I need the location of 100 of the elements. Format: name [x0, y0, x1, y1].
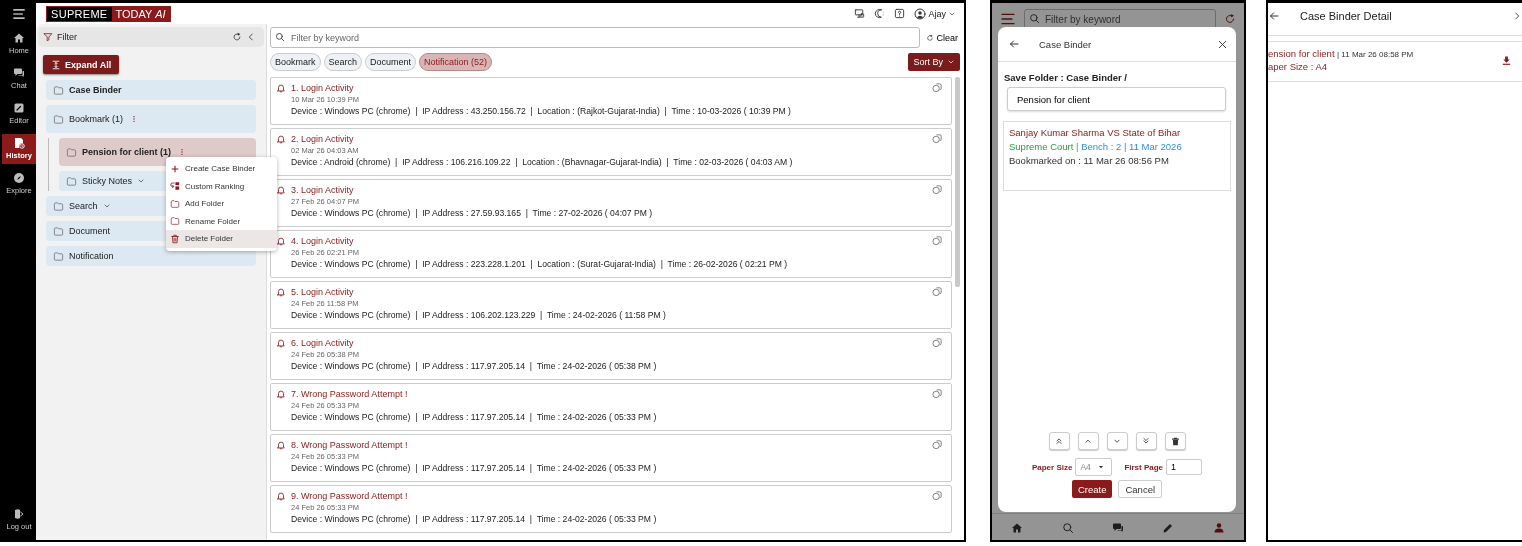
back-arrow-icon[interactable]	[1268, 10, 1280, 22]
notification-details: Device : Windows PC (chrome) | IP Address : 27.59.93.165 | Time : 27-02-2026 ( 04:07 PM )	[291, 207, 654, 220]
first-page-label: First Page	[1124, 462, 1164, 472]
folder-name-field[interactable]: Pension for client	[1007, 87, 1226, 111]
duplicate-icon[interactable]	[932, 184, 943, 195]
bookmark-card[interactable]: Sanjay Kumar Sharma VS State of Bihar Supreme Court | Bench : 2 | 11 Mar 2026 Bookmarked on : 11 Mar 26 08:56 PM	[1003, 121, 1231, 191]
folder-icon	[66, 175, 77, 187]
bell-icon	[276, 389, 286, 399]
duplicate-icon[interactable]	[932, 337, 943, 348]
sort-button[interactable]: Sort By	[908, 53, 960, 71]
double-chevron-up-icon	[1054, 436, 1064, 446]
monitor-icon[interactable]	[854, 8, 866, 19]
folder-icon	[170, 198, 180, 209]
compass-icon	[13, 172, 25, 184]
scrollbar[interactable]	[955, 77, 960, 287]
paper-size: aper Size : A4	[1268, 61, 1329, 72]
folder-icon	[53, 200, 64, 212]
notification-title: 5. Login Activity	[291, 286, 355, 298]
kebab-icon[interactable]	[178, 147, 186, 157]
menu-item[interactable]: Delete Folder	[166, 230, 277, 248]
notification-title: 1. Login Activity	[291, 82, 355, 94]
cancel-button[interactable]: Cancel	[1118, 480, 1163, 498]
menu-icon[interactable]	[12, 7, 26, 21]
filter-chip[interactable]: Bookmark	[270, 53, 321, 71]
chevron-down-icon[interactable]	[102, 202, 111, 210]
bell-icon	[276, 83, 286, 93]
expand-all-button[interactable]: Expand All	[43, 55, 120, 74]
notification-details: Device : Windows PC (chrome) | IP Address : 106.202.123.229 | Time : 24-02-2026 ( 11:58 PM )	[291, 309, 667, 322]
court-name: Supreme Court	[1009, 141, 1074, 152]
expand-icon	[51, 59, 61, 70]
notification-title: 2. Login Activity	[291, 133, 355, 145]
search-field[interactable]: Filter by keyword	[1024, 9, 1216, 29]
notification-details: Device : Windows PC (chrome) | IP Address : 117.97.205.14 | Time : 24-02-2026 ( 05:33 PM )	[291, 513, 658, 526]
notification-details: Device : Windows PC (chrome) | IP Address : 223.228.1.201 | Location : (Surat-Gujarat-India) | Time : 26-02-2026 ( 02:21 PM )	[291, 258, 789, 271]
bell-icon	[276, 134, 286, 144]
chat-icon[interactable]	[1111, 522, 1124, 534]
notification-details: Device : Windows PC (chrome) | IP Address : 117.97.205.14 | Time : 24-02-2026 ( 05:33 PM )	[291, 411, 658, 424]
plus-icon	[170, 163, 180, 174]
filter-icon	[43, 32, 53, 42]
duplicate-icon[interactable]	[932, 439, 943, 450]
chat-icon	[13, 67, 25, 79]
kebab-icon[interactable]	[130, 114, 138, 124]
binder-item[interactable]: ension for client | 11 Mar 26 08:58 PM aper Size : A4	[1268, 41, 1522, 82]
menu-icon[interactable]	[1000, 11, 1016, 27]
refresh-icon	[926, 33, 935, 42]
first-page-field[interactable]: 1	[1166, 459, 1203, 475]
paper-size-label: Paper Size	[1031, 462, 1073, 472]
ranking-icon	[170, 181, 180, 192]
double-chevron-down-icon	[1141, 436, 1151, 446]
user-menu[interactable]: Ajay	[914, 7, 956, 20]
download-icon[interactable]	[1501, 54, 1512, 66]
notification-title: 8. Wrong Password Attempt !	[291, 439, 409, 451]
notification-details: Device : Windows PC (chrome) | IP Address : 117.97.205.14 | Time : 24-02-2026 ( 05:38 PM )	[291, 360, 658, 373]
document-clock-icon	[13, 137, 25, 149]
close-icon[interactable]	[1217, 38, 1228, 50]
search-field[interactable]: Filter by keyword	[270, 27, 921, 48]
person-icon[interactable]	[1212, 522, 1225, 534]
home-icon	[13, 32, 25, 44]
back-arrow-icon[interactable]	[1008, 38, 1020, 50]
logo-word: SUPREME	[47, 6, 112, 21]
logo-word: TODAY AI	[111, 6, 170, 21]
create-button[interactable]: Create	[1071, 480, 1113, 498]
bell-icon	[276, 491, 286, 501]
folder-icon	[53, 113, 64, 125]
duplicate-icon[interactable]	[932, 235, 943, 246]
delete-button[interactable]	[1164, 432, 1186, 450]
filter-chip[interactable]: Document	[365, 53, 417, 71]
chevron-left-icon[interactable]	[246, 32, 256, 42]
paper-size-select[interactable]: A4	[1075, 458, 1113, 476]
duplicate-icon[interactable]	[932, 490, 943, 501]
pencil-icon[interactable]	[1162, 522, 1175, 534]
notification-title: 7. Wrong Password Attempt !	[291, 388, 409, 400]
help-icon[interactable]	[894, 8, 906, 19]
notification-title: 6. Login Activity	[291, 337, 355, 349]
duplicate-icon[interactable]	[932, 388, 943, 399]
notification-title: 3. Login Activity	[291, 184, 355, 196]
trash-icon	[170, 233, 180, 244]
tree-item[interactable]: Bookmark (1)	[46, 105, 256, 133]
duplicate-icon[interactable]	[932, 82, 943, 93]
tree-item[interactable]: Case Binder	[46, 80, 256, 100]
notification-details: Device : Windows PC (chrome) | IP Address : 117.97.205.14 | Time : 24-02-2026 ( 05:33 PM )	[291, 462, 658, 475]
folder-icon	[66, 146, 77, 158]
chevron-down-icon	[947, 58, 955, 66]
home-icon[interactable]	[1011, 522, 1024, 534]
dialog-title: Case Binder	[1039, 38, 1092, 50]
filter-chip[interactable]: Notification (52)	[419, 53, 493, 71]
bell-icon	[276, 236, 286, 246]
chevron-down-icon[interactable]	[137, 177, 145, 185]
refresh-icon[interactable]	[232, 32, 242, 42]
notification-title: 9. Wrong Password Attempt !	[291, 490, 409, 502]
chevron-right-icon[interactable]	[1512, 10, 1522, 22]
notification-details: Device : Android (chrome) | IP Address : 106.216.109.22 | Location : (Bhavnagar-Gujarat-India) | Time : 02-03-2026 ( 04:03 AM )	[291, 156, 794, 169]
case-title: Sanjay Kumar Sharma VS State of Bihar	[1009, 127, 1182, 138]
refresh-icon[interactable]	[1224, 13, 1236, 25]
duplicate-icon[interactable]	[932, 133, 943, 144]
caret-down-icon	[1096, 463, 1105, 471]
duplicate-icon[interactable]	[932, 286, 943, 297]
pencil-icon	[13, 102, 25, 114]
search-icon[interactable]	[1061, 522, 1074, 534]
filter-chip[interactable]: Search	[323, 53, 363, 71]
